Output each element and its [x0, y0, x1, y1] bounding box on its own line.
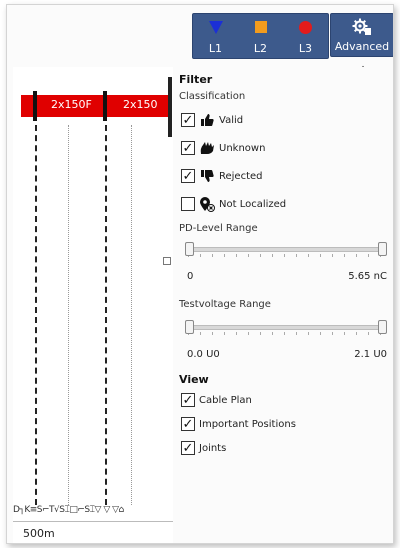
joint-marker[interactable] — [103, 91, 107, 121]
testvoltage-min: 0.0 U0 — [187, 349, 220, 360]
pd-level-slider[interactable] — [185, 242, 387, 257]
label-important-positions: Important Positions — [199, 418, 296, 430]
phase-l2-label: L2 — [253, 42, 268, 55]
testvoltage-max-handle[interactable] — [378, 320, 387, 334]
checkbox-rejected[interactable]: ✓ — [181, 169, 195, 183]
wavering-hand-icon — [199, 140, 215, 156]
joint-line — [35, 125, 37, 505]
checkbox-not-localized[interactable] — [181, 197, 195, 211]
testvoltage-max: 2.1 U0 — [354, 349, 387, 360]
view-important-positions[interactable]: ✓ Important Positions — [181, 415, 296, 433]
location-off-icon — [199, 196, 215, 212]
advanced-button[interactable]: Advanced — [330, 13, 393, 57]
cable-plan-view[interactable]: 2x150F 2x150 D┐K≡S⌐T√S⌶□⌐S⌶▽ ▽ ▽⌂ 500m — [13, 67, 173, 543]
segment-label: 2x150 — [123, 98, 158, 111]
scale-label: 500m — [23, 527, 55, 540]
square-marker-icon — [254, 21, 267, 33]
label-cable-plan: Cable Plan — [199, 394, 252, 406]
circle-marker-icon — [299, 20, 312, 34]
phase-l2-button[interactable]: L2 — [238, 14, 283, 58]
pd-level-heading: PD-Level Range — [179, 223, 258, 234]
label-unknown: Unknown — [219, 142, 266, 154]
gear-icon — [352, 18, 371, 35]
grid-line — [68, 125, 69, 505]
checkbox-important-positions[interactable]: ✓ — [181, 417, 195, 431]
thumbs-up-icon — [199, 112, 215, 128]
screenshot-frame: L1 L2 L3 Advanced 2x150F 2x150 D┐K≡S⌐T√S… — [6, 4, 394, 544]
testvoltage-slider[interactable] — [185, 320, 387, 335]
view-cable-plan[interactable]: ✓ Cable Plan — [181, 391, 252, 409]
testvoltage-min-handle[interactable] — [185, 320, 194, 334]
label-valid: Valid — [219, 114, 244, 126]
checkbox-cable-plan[interactable]: ✓ — [181, 393, 195, 407]
filter-panel: Filter Classification ✓ Valid ✓ Unknown … — [173, 67, 393, 543]
triangle-marker-icon — [208, 20, 223, 34]
checkbox-joints[interactable]: ✓ — [181, 441, 195, 455]
phase-l1-button[interactable]: L1 — [193, 14, 238, 58]
testvoltage-heading: Testvoltage Range — [179, 299, 271, 310]
thumbs-down-icon — [199, 168, 215, 184]
cursor-handle[interactable] — [163, 257, 171, 265]
filter-unknown[interactable]: ✓ Unknown — [181, 139, 265, 157]
joint-line — [105, 125, 107, 505]
pd-level-max: 5.65 nC — [348, 271, 387, 282]
filter-rejected[interactable]: ✓ Rejected — [181, 167, 263, 185]
pd-level-min-handle[interactable] — [185, 242, 194, 256]
filter-valid[interactable]: ✓ Valid — [181, 111, 243, 129]
view-heading: View — [179, 373, 209, 386]
checkbox-valid[interactable]: ✓ — [181, 113, 195, 127]
filter-heading: Filter — [179, 73, 213, 86]
phase-toolbar: L1 L2 L3 — [192, 13, 329, 59]
pd-level-min: 0 — [187, 271, 194, 282]
label-not-localized: Not Localized — [219, 198, 287, 210]
phase-l1-label: L1 — [208, 42, 223, 55]
position-markers: D┐K≡S⌐T√S⌶□⌐S⌶▽ ▽ ▽⌂ — [13, 505, 124, 515]
checkbox-unknown[interactable]: ✓ — [181, 141, 195, 155]
phase-l3-button[interactable]: L3 — [283, 14, 328, 58]
label-joints: Joints — [199, 442, 227, 454]
advanced-label: Advanced — [334, 40, 390, 53]
pd-level-max-handle[interactable] — [378, 242, 387, 256]
segment-label: 2x150F — [51, 98, 92, 111]
filter-not-localized[interactable]: Not Localized — [181, 195, 286, 213]
scale-line — [13, 521, 173, 522]
plan-divider — [168, 77, 172, 137]
grid-line — [131, 125, 132, 505]
view-joints[interactable]: ✓ Joints — [181, 439, 226, 457]
joint-marker[interactable] — [33, 91, 37, 121]
classification-heading: Classification — [179, 91, 246, 102]
label-rejected: Rejected — [219, 170, 263, 182]
phase-l3-label: L3 — [298, 42, 313, 55]
